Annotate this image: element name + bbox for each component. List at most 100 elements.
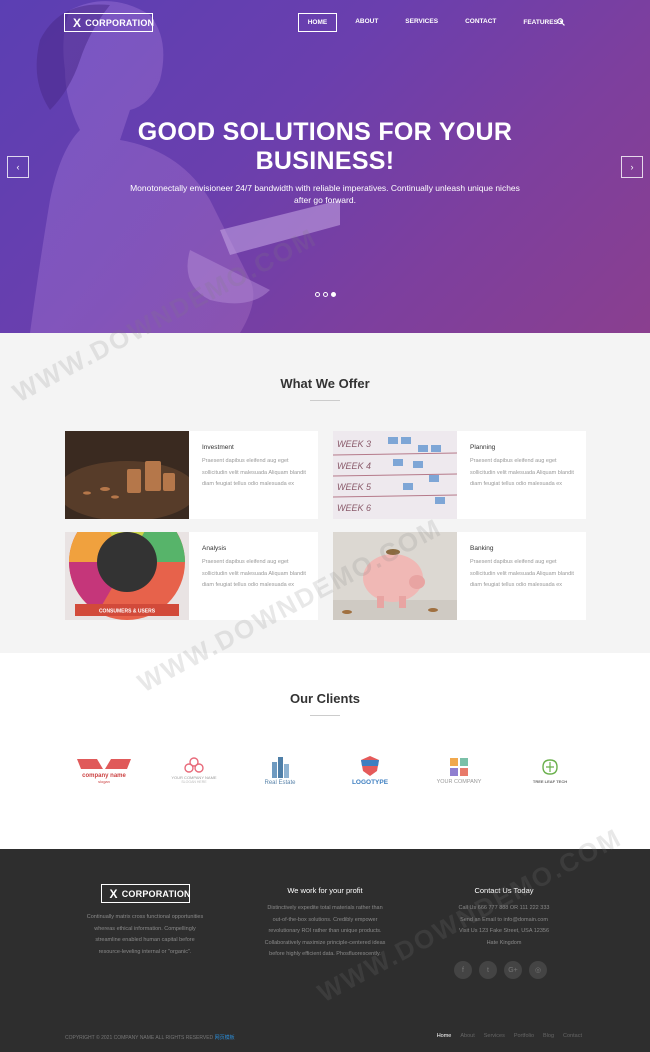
offer-title: What We Offer: [280, 376, 370, 391]
what-we-offer-section: What We Offer Investment Praesent dapibu…: [0, 333, 650, 653]
slider-dots: [315, 292, 336, 297]
logo-mark: X: [73, 15, 82, 30]
footer-col2-title: We work for your profit: [287, 886, 363, 895]
leaf-logo-icon: [542, 759, 558, 775]
board-label: WEEK 3: [337, 439, 371, 449]
contact-phone: Call Us 666 777 888 OR 111 222 333: [458, 905, 550, 911]
nav-about[interactable]: ABOUT: [346, 13, 387, 32]
client-logo-4[interactable]: LOGOTYPE: [345, 748, 395, 793]
logo-mark: X: [109, 886, 118, 901]
google-plus-icon[interactable]: G+: [504, 961, 522, 979]
squares-logo-icon: [450, 757, 468, 776]
footer-nav: Home About Services Portfolio Blog Conta…: [437, 1033, 582, 1039]
footer-nav-contact[interactable]: Contact: [563, 1033, 582, 1039]
footer-nav-portfolio[interactable]: Portfolio: [514, 1033, 534, 1039]
offer-card-title: Banking: [470, 545, 494, 552]
svg-text:WEEK 6: WEEK 6: [337, 503, 371, 513]
footer-nav-about[interactable]: About: [460, 1033, 474, 1039]
client-name: LOGOTYPE: [351, 779, 389, 786]
hero-title-line1: GOOD SOLUTIONS FOR YOUR: [137, 118, 513, 146]
page: X CORPORATION HOME ABOUT SERVICES CONTAC…: [0, 0, 650, 1052]
client-sub: SLOGAN HERE: [181, 780, 207, 784]
slider-prev-button[interactable]: ‹: [7, 156, 29, 178]
footer-logo[interactable]: X CORPORATION: [100, 884, 191, 903]
footer-nav-home[interactable]: Home: [437, 1033, 452, 1039]
nav-services[interactable]: SERVICES: [396, 13, 447, 32]
contact-address: Visit Us 123 Fake Street, USA 12356: [458, 928, 550, 934]
shield-logo-icon: [361, 756, 379, 776]
circles-logo-icon: [184, 757, 204, 773]
offer-card-title: Investment: [202, 444, 234, 451]
nav-home[interactable]: HOME: [297, 13, 338, 32]
wings-logo-icon: [77, 759, 131, 769]
footer-col2-text: Distinctively expedite total materials r…: [264, 905, 386, 957]
offer-card-analysis[interactable]: CONSUMERS & USERS Analysis Praesent dapi…: [65, 532, 318, 620]
footer-contact: Contact Us Today Call Us 666 777 888 OR …: [445, 849, 563, 949]
client-logo-6[interactable]: TREE LEAF TECH: [528, 748, 572, 793]
planning-board-image: WEEK 3 WEEK 4 WEEK 5 WEEK 6: [333, 431, 457, 519]
client-sub: slogan: [98, 779, 110, 784]
client-logo-1[interactable]: company name slogan: [73, 748, 135, 793]
piggy-bank-image: [333, 532, 457, 620]
chevron-right-icon: ›: [630, 162, 634, 172]
twitter-icon[interactable]: t: [479, 961, 497, 979]
logo-text: CORPORATION: [121, 888, 191, 899]
footer-bottom-bar: COPYRIGHT © 2021 COMPANY NAME ALL RIGHTS…: [0, 1026, 650, 1052]
hero-title: GOOD SOLUTIONS FOR YOUR BUSINESS!: [100, 118, 550, 176]
footer-about-text: Continually matrix cross functional oppo…: [86, 914, 204, 955]
chevron-left-icon: ‹: [16, 162, 20, 172]
copyright-brand-link[interactable]: 网页模板: [215, 1035, 235, 1041]
slider-dot-2[interactable]: [323, 292, 328, 297]
footer: X CORPORATION Continually matrix cross f…: [0, 849, 650, 1052]
nav-features-label: FEATURES: [523, 19, 558, 26]
footer-nav-services[interactable]: Services: [484, 1033, 505, 1039]
hero-subtitle: Monotonectally envisioneer 24/7 bandwidt…: [130, 183, 520, 205]
footer-profit: We work for your profit Distinctively ex…: [262, 849, 388, 961]
slider-dot-3[interactable]: [331, 292, 336, 297]
offer-divider: [310, 400, 340, 401]
client-logo-5[interactable]: YOUR COMPANY: [430, 748, 488, 793]
nav-contact[interactable]: CONTACT: [456, 13, 505, 32]
slider-dot-1[interactable]: [315, 292, 320, 297]
contact-country: Hate Kingdom: [486, 939, 522, 946]
footer-col3-title: Contact Us Today: [474, 886, 534, 895]
client-logo-3[interactable]: Real Estate: [255, 748, 305, 793]
offer-card-text: Investment Praesent dapibus eleifend aug…: [189, 431, 318, 519]
footer-nav-blog[interactable]: Blog: [543, 1033, 554, 1039]
clients-title: Our Clients: [289, 691, 361, 706]
social-links: f t G+ ◎: [454, 961, 547, 979]
contact-list: Call Us 666 777 888 OR 111 222 333 Send …: [445, 903, 563, 949]
offer-card-banking[interactable]: Banking Praesent dapibus eleifend aug eg…: [333, 532, 586, 620]
offer-card-text: Banking Praesent dapibus eleifend aug eg…: [457, 532, 586, 620]
offer-card-title: Planning: [470, 444, 496, 451]
facebook-icon[interactable]: f: [454, 961, 472, 979]
offer-card-investment[interactable]: Investment Praesent dapibus eleifend aug…: [65, 431, 318, 519]
offer-card-desc: Praesent dapibus eleifend aug eget solli…: [202, 458, 306, 487]
analysis-wheel-image: CONSUMERS & USERS: [65, 532, 189, 620]
footer-about: X CORPORATION Continually matrix cross f…: [85, 849, 205, 958]
offer-card-planning[interactable]: WEEK 3 WEEK 4 WEEK 5 WEEK 6 Planning Pra…: [333, 431, 586, 519]
offer-card-desc: Praesent dapibus eleifend aug eget solli…: [470, 458, 574, 487]
logo-text: CORPORATION: [85, 17, 155, 28]
clients-divider: [310, 715, 340, 716]
copyright: COPYRIGHT © 2021 COMPANY NAME ALL RIGHTS…: [65, 1034, 235, 1041]
slider-next-button[interactable]: ›: [621, 156, 643, 178]
client-name: YOUR COMPANY: [436, 778, 482, 785]
brand-logo[interactable]: X CORPORATION: [64, 13, 155, 32]
coins-image: [65, 431, 189, 519]
hero-title-line2: BUSINESS!: [255, 147, 395, 175]
client-logo-2[interactable]: YOUR COMPANY NAME SLOGAN HERE: [165, 748, 223, 793]
buildings-logo-icon: [272, 756, 289, 778]
navbar: X CORPORATION HOME ABOUT SERVICES CONTAC…: [0, 0, 650, 44]
copyright-text: COPYRIGHT © 2021 COMPANY NAME ALL RIGHTS…: [65, 1035, 215, 1041]
offer-card-title: Analysis: [202, 545, 227, 552]
offer-card-text: Planning Praesent dapibus eleifend aug e…: [457, 431, 586, 519]
offer-card-desc: Praesent dapibus eleifend aug eget solli…: [202, 559, 306, 588]
main-nav: HOME ABOUT SERVICES CONTACT FEATURES ▾: [289, 13, 572, 32]
client-name: Real Estate: [264, 779, 296, 786]
svg-text:WEEK 5: WEEK 5: [337, 482, 372, 492]
instagram-icon[interactable]: ◎: [529, 961, 547, 979]
search-icon[interactable]: [557, 18, 565, 26]
hero-slider: X CORPORATION HOME ABOUT SERVICES CONTAC…: [0, 0, 650, 333]
contact-email[interactable]: Send an Email to info@domain.com: [445, 915, 563, 927]
